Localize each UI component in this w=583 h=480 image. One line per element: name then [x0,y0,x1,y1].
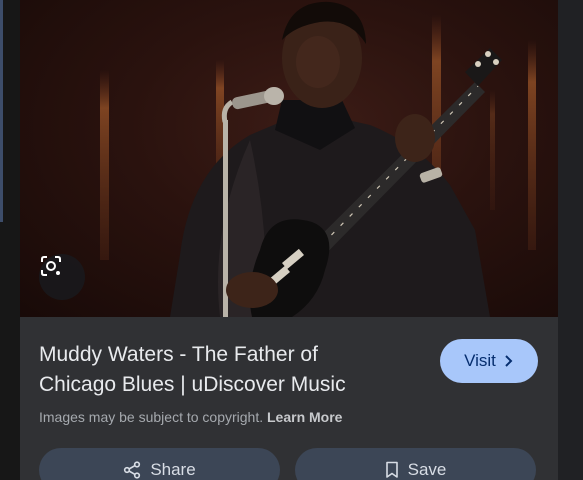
right-edge [558,0,583,480]
chevron-right-icon [505,355,513,367]
save-label: Save [407,460,447,479]
share-icon [124,461,141,479]
google-lens-button[interactable] [39,254,85,300]
copyright-text: Images may be subject to copyright. [39,409,264,425]
result-title[interactable]: Muddy Waters - The Father of Chicago Blu… [39,340,399,400]
share-button[interactable]: Share [39,448,280,480]
left-edge [0,0,20,480]
visit-button[interactable]: Visit [440,339,538,383]
share-label: Share [150,460,196,479]
scroll-rail [0,0,3,222]
copyright-notice: Images may be subject to copyright. Lear… [39,409,342,425]
bookmark-icon [385,461,398,478]
visit-label: Visit [464,351,496,370]
learn-more-link[interactable]: Learn More [267,409,342,425]
preview-image[interactable] [20,0,558,317]
google-lens-icon [41,256,61,276]
image-preview-panel: Muddy Waters - The Father of Chicago Blu… [20,0,558,480]
save-button[interactable]: Save [295,448,536,480]
action-buttons: Share Save [39,448,536,480]
